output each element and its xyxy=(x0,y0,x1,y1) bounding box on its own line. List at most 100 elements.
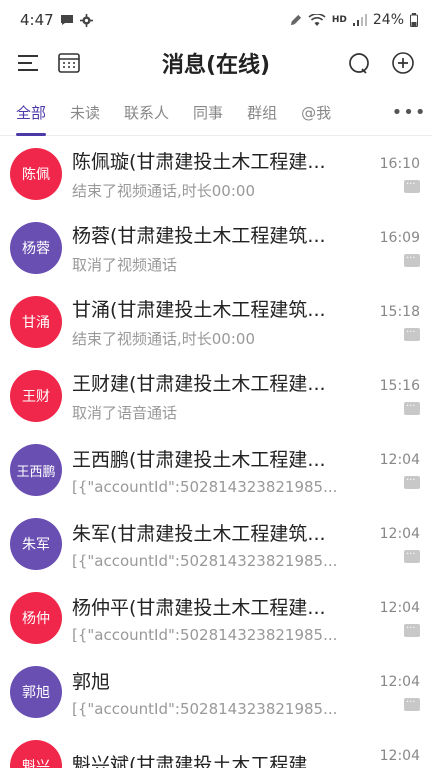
message-time: 15:16 xyxy=(379,377,420,394)
status-time: 4:47 xyxy=(20,11,54,29)
contact-name: 郭旭 xyxy=(72,670,111,693)
chat-bubble-icon xyxy=(404,549,420,563)
chat-bubble-icon xyxy=(404,179,420,193)
conversation-meta: 15:18 xyxy=(376,304,420,341)
message-time: 12:04 xyxy=(379,673,420,690)
conversation-content: 郭旭 [{"accountId":502814323821985... xyxy=(72,667,370,718)
avatar: 甘涌 xyxy=(10,296,62,348)
message-preview: 取消了语音通话 xyxy=(72,404,178,422)
avatar: 郭旭 xyxy=(10,666,62,718)
avatar: 杨蓉 xyxy=(10,222,62,274)
conversation-row[interactable]: 郭旭 郭旭 [{"accountId":502814323821985... 1… xyxy=(0,655,432,729)
conversation-meta: 16:09 xyxy=(376,230,420,267)
conversation-row[interactable]: 陈佩 陈佩璇(甘肃建投土木工程建... 结束了视频通话,时长00:00 16:1… xyxy=(0,137,432,211)
conversation-list: 陈佩 陈佩璇(甘肃建投土木工程建... 结束了视频通话,时长00:00 16:1… xyxy=(0,137,432,768)
conversation-meta: 12:04 xyxy=(376,674,420,711)
avatar: 杨仲 xyxy=(10,592,62,644)
conversation-row[interactable]: 杨仲 杨仲平(甘肃建投土木工程建... [{"accountId":502814… xyxy=(0,581,432,655)
header-actions xyxy=(344,48,418,78)
filter-tabs: 全部 未读 联系人 同事 群组 @我 ••• xyxy=(0,90,432,136)
calendar-button[interactable] xyxy=(54,48,84,78)
avatar: 陈佩 xyxy=(10,148,62,200)
message-preview: 取消了视频通话 xyxy=(72,256,178,274)
message-preview: 结束了视频通话,时长00:00 xyxy=(72,330,255,348)
conversation-row[interactable]: 王财 王财建(甘肃建投土木工程建... 取消了语音通话 15:16 xyxy=(0,359,432,433)
conversation-meta: 12:04 xyxy=(376,748,420,768)
more-button[interactable]: ••• xyxy=(391,98,427,128)
conversation-meta: 12:04 xyxy=(376,526,420,563)
contact-name: 杨仲平(甘肃建投土木工程建... xyxy=(72,596,326,619)
message-time: 12:04 xyxy=(379,525,420,542)
conversation-meta: 12:04 xyxy=(376,452,420,489)
conversation-meta: 12:04 xyxy=(376,600,420,637)
app-header: 消息(在线) xyxy=(0,40,432,86)
settings-gear-icon xyxy=(79,13,93,27)
conversation-content: 朱军(甘肃建投土木工程建筑... [{"accountId":502814323… xyxy=(72,519,370,570)
search-button[interactable] xyxy=(344,48,374,78)
contact-name: 魁兴斌(甘肃建投土木工程建... xyxy=(72,753,326,768)
conversation-content: 杨蓉(甘肃建投土木工程建筑... 取消了视频通话 xyxy=(72,221,370,275)
conversation-content: 陈佩璇(甘肃建投土木工程建... 结束了视频通话,时长00:00 xyxy=(72,147,370,201)
message-preview: [{"accountId":502814323821985... xyxy=(72,699,338,718)
message-preview: [{"accountId":502814323821985... xyxy=(72,551,338,570)
chat-bubble-icon xyxy=(404,475,420,489)
contact-name: 王财建(甘肃建投土木工程建... xyxy=(72,373,326,395)
signal-icon xyxy=(352,14,367,26)
contact-name: 朱军(甘肃建投土木工程建筑... xyxy=(72,522,326,545)
menu-button[interactable] xyxy=(14,48,44,78)
tab-groups[interactable]: 群组 xyxy=(239,90,285,136)
tab-contacts[interactable]: 联系人 xyxy=(116,90,177,136)
message-notification-icon xyxy=(60,14,74,26)
chat-bubble-icon xyxy=(404,253,420,267)
pen-icon xyxy=(289,14,302,27)
chat-bubble-icon xyxy=(404,697,420,711)
message-time: 16:09 xyxy=(379,229,420,246)
hd-indicator: HD xyxy=(331,15,347,25)
conversation-content: 魁兴斌(甘肃建投土木工程建... xyxy=(72,750,370,768)
message-time: 12:04 xyxy=(379,451,420,468)
contact-name: 王西鹏(甘肃建投土木工程建... xyxy=(72,448,326,471)
message-preview: [{"accountId":502814323821985... xyxy=(72,477,338,496)
chat-bubble-icon xyxy=(404,623,420,637)
battery-percent: 24% xyxy=(372,12,404,28)
conversation-row[interactable]: 杨蓉 杨蓉(甘肃建投土木工程建筑... 取消了视频通话 16:09 xyxy=(0,211,432,285)
tab-unread[interactable]: 未读 xyxy=(62,90,108,136)
conversation-meta: 16:10 xyxy=(376,156,420,193)
message-time: 15:18 xyxy=(379,303,420,320)
add-icon xyxy=(392,52,414,74)
conversation-row[interactable]: 王西鹏 王西鹏(甘肃建投土木工程建... [{"accountId":50281… xyxy=(0,433,432,507)
message-time: 16:10 xyxy=(379,155,420,172)
conversation-content: 甘涌(甘肃建投土木工程建筑... 结束了视频通话,时长00:00 xyxy=(72,295,370,349)
calendar-icon xyxy=(58,53,80,73)
status-right: HD 24% xyxy=(289,12,418,28)
contact-name: 陈佩璇(甘肃建投土木工程建... xyxy=(72,151,326,173)
add-button[interactable] xyxy=(388,48,418,78)
tab-mentions[interactable]: @我 xyxy=(293,90,339,136)
search-icon xyxy=(349,53,369,74)
conversation-row[interactable]: 甘涌 甘涌(甘肃建投土木工程建筑... 结束了视频通话,时长00:00 15:1… xyxy=(0,285,432,359)
conversation-row[interactable]: 魁兴 魁兴斌(甘肃建投土木工程建... 12:04 xyxy=(0,729,432,768)
chat-bubble-icon xyxy=(404,327,420,341)
more-icon: ••• xyxy=(391,102,427,123)
conversation-content: 王西鹏(甘肃建投土木工程建... [{"accountId":502814323… xyxy=(72,445,370,496)
contact-name: 甘涌(甘肃建投土木工程建筑... xyxy=(72,299,326,321)
wifi-icon xyxy=(308,13,326,27)
message-time: 12:04 xyxy=(379,747,420,764)
contact-name: 杨蓉(甘肃建投土木工程建筑... xyxy=(72,225,326,247)
status-left: 4:47 xyxy=(20,11,93,29)
message-preview: 结束了视频通话,时长00:00 xyxy=(72,182,255,200)
tab-colleagues[interactable]: 同事 xyxy=(185,90,231,136)
conversation-row[interactable]: 朱军 朱军(甘肃建投土木工程建筑... [{"accountId":502814… xyxy=(0,507,432,581)
tab-all[interactable]: 全部 xyxy=(8,90,54,136)
chat-bubble-icon xyxy=(404,401,420,415)
message-preview: [{"accountId":502814323821985... xyxy=(72,625,338,644)
status-bar: 4:47 HD 24% xyxy=(0,0,432,40)
conversation-content: 杨仲平(甘肃建投土木工程建... [{"accountId":502814323… xyxy=(72,593,370,644)
message-time: 12:04 xyxy=(379,599,420,616)
avatar: 朱军 xyxy=(10,518,62,570)
conversation-meta: 15:16 xyxy=(376,378,420,415)
avatar: 王西鹏 xyxy=(10,444,62,496)
menu-icon xyxy=(18,55,38,71)
avatar: 王财 xyxy=(10,370,62,422)
avatar: 魁兴 xyxy=(10,740,62,768)
